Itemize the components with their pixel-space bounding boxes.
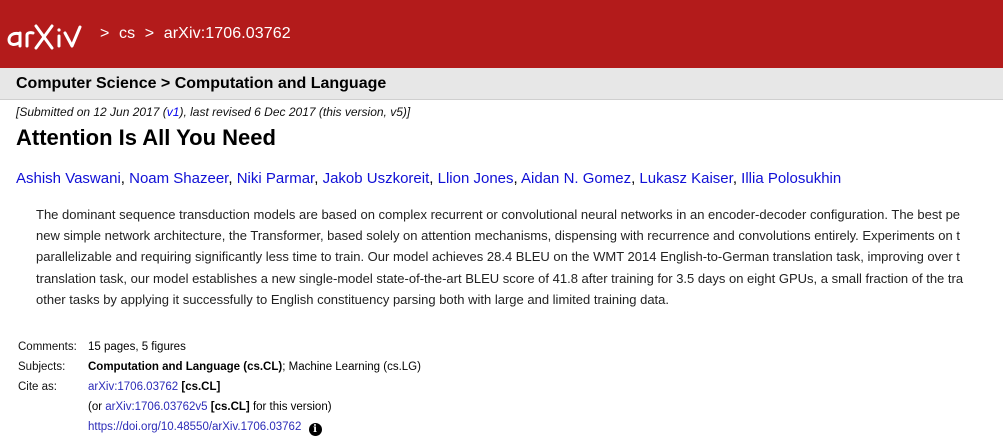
abstract-line: other tasks by applying it successfully … <box>36 291 670 307</box>
abstract-line: new simple network architecture, the Tra… <box>36 228 960 244</box>
author-link[interactable]: Jakob Uszkoreit <box>323 170 430 187</box>
paper-title: Attention Is All You Need <box>16 125 276 150</box>
author-link[interactable]: Aidan N. Gomez <box>521 170 631 187</box>
author-link[interactable]: Lukasz Kaiser <box>639 170 732 187</box>
submission-dateline: [Submitted on 12 Jun 2017 (v1), last rev… <box>16 105 1003 119</box>
comments-label: Comments: <box>18 341 77 354</box>
arxiv-version-link[interactable]: arXiv:1706.03762v5 <box>105 401 207 413</box>
abstract-line: parallelizable and requiring significant… <box>36 249 960 265</box>
abstract-line: translation task, our model establishes … <box>36 270 964 286</box>
version-prefix: (or <box>88 401 106 414</box>
author-link[interactable]: Niki Parmar <box>237 170 315 187</box>
version-suffix: for this version) <box>249 401 332 414</box>
breadcrumb-separator: > <box>100 25 110 42</box>
author-list: Ashish Vaswani, Noam Shazeer, Niki Parma… <box>16 170 842 187</box>
author-link[interactable]: Llion Jones <box>438 170 514 187</box>
comments-row: Comments: 15 pages, 5 figures <box>18 338 421 358</box>
cite-version-value: (or arXiv:1706.03762v5 [cs.CL] for this … <box>88 398 421 418</box>
subjects-value: Computation and Language (cs.CL); Machin… <box>88 358 421 378</box>
secondary-subject: ; Machine Learning (cs.LG) <box>282 361 421 374</box>
author-link[interactable]: Noam Shazeer <box>129 170 228 187</box>
cite-label: Cite as: <box>18 381 57 394</box>
category-header: Computer Science > Computation and Langu… <box>0 68 1003 100</box>
arxiv-logo-icon <box>7 24 82 50</box>
arxiv-id-link[interactable]: arXiv:1706.03762 <box>88 381 178 393</box>
cite-version-row: (or arXiv:1706.03762v5 [cs.CL] for this … <box>18 398 421 418</box>
doi-value: https://doi.org/10.48550/arXiv.1706.0376… <box>88 418 421 438</box>
primary-subject: Computation and Language (cs.CL) <box>88 361 283 374</box>
arxiv-id-category: [cs.CL] <box>181 381 221 394</box>
cite-value: arXiv:1706.03762 [cs.CL] <box>88 378 421 398</box>
cite-row: Cite as: arXiv:1706.03762 [cs.CL] <box>18 378 421 398</box>
doi-row: https://doi.org/10.48550/arXiv.1706.0376… <box>18 418 421 438</box>
breadcrumb: > cs > arXiv:1706.03762 <box>100 25 291 43</box>
subjects-label: Subjects: <box>18 361 66 374</box>
breadcrumb-paper-id[interactable]: arXiv:1706.03762 <box>164 25 291 42</box>
version-v1-link[interactable]: v1 <box>167 105 180 119</box>
subjects-row: Subjects: Computation and Language (cs.C… <box>18 358 421 378</box>
info-icon[interactable]: i <box>308 423 322 437</box>
doi-link[interactable]: https://doi.org/10.48550/arXiv.1706.0376… <box>88 421 301 433</box>
breadcrumb-separator: > <box>144 25 155 42</box>
dateline-suffix: ), last revised 6 Dec 2017 (this version… <box>179 105 411 119</box>
author-link[interactable]: Illia Polosukhin <box>741 170 841 187</box>
dateline-prefix: [Submitted on 12 Jun 2017 ( <box>16 105 167 119</box>
abstract-line: The dominant sequence transduction model… <box>36 207 961 222</box>
breadcrumb-cs-link[interactable]: cs <box>119 25 135 42</box>
abstract: The dominant sequence transduction model… <box>36 204 1003 310</box>
comments-value: 15 pages, 5 figures <box>88 341 186 354</box>
arxiv-logo[interactable] <box>6 16 94 52</box>
version-category: [cs.CL] <box>210 401 250 414</box>
author-link[interactable]: Ashish Vaswani <box>16 170 121 187</box>
metadata-table: Comments: 15 pages, 5 figures Subjects: … <box>18 338 1003 438</box>
site-header: > cs > arXiv:1706.03762 <box>0 0 1003 68</box>
